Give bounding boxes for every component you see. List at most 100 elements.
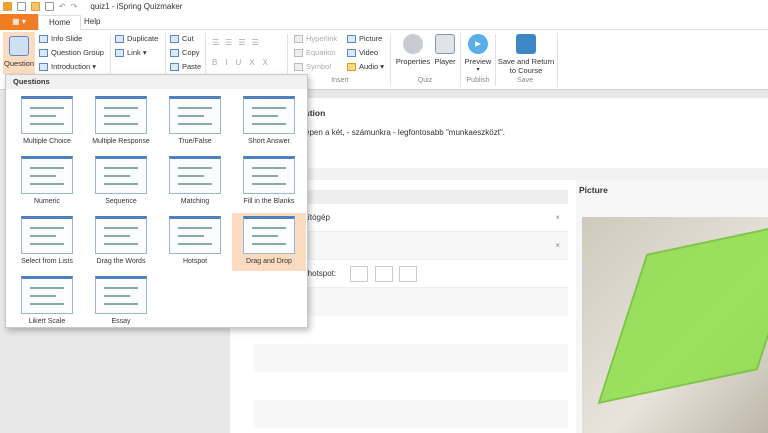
question-type-icon [169,156,221,194]
close-icon[interactable]: × [555,232,560,260]
ellipse-hotspot-button[interactable] [375,266,393,282]
paste-button[interactable]: Paste [170,62,201,71]
question-type-label: Numeric [33,198,61,205]
equation-icon [294,48,303,57]
save-return-button[interactable]: Save and Return to Course [497,34,555,75]
new-icon[interactable] [17,2,26,11]
video-button[interactable]: Video [347,48,378,57]
chevron-down-icon: ▾ [476,67,480,73]
question-type-label: Drag the Words [96,258,146,265]
label: Symbol [306,62,332,71]
picture-label: Picture [579,185,608,195]
save-return-icon [516,34,536,54]
save-icon[interactable] [45,2,54,11]
question-type-fill-in-the-blanks[interactable]: Fill in the Blanks [232,153,306,211]
question-type-icon [21,216,73,254]
duplicate-icon [115,34,124,43]
audio-button[interactable]: Audio ▾ [347,62,384,71]
question-type-grid: Multiple Choice Multiple Response True/Fal… [10,93,310,331]
question-text[interactable]: épen a két, - számunkra - legfontosabb "… [305,128,505,137]
question-type-short-answer[interactable]: Short Answer [232,93,306,151]
label: Duplicate [127,34,159,43]
question-type-label: Essay [111,318,131,325]
introduction-button[interactable]: Introduction ▾ [39,62,96,71]
question-type-select-from-lists[interactable]: Select from Lists [10,213,84,271]
polygon-hotspot-button[interactable] [399,266,417,282]
question-type-essay[interactable]: Essay [84,273,158,331]
question-type-icon [95,276,147,314]
copy-button[interactable]: Copy [170,48,200,57]
picture-panel: Picture [576,180,768,433]
rectangle-hotspot-button[interactable] [350,266,368,282]
question-type-drag-the-words[interactable]: Drag the Words [84,213,158,271]
group-label-quiz: Quiz [417,77,433,84]
question-label: Question [3,59,35,68]
question-type-label: True/False [178,138,212,145]
question-type-likert-scale[interactable]: Likert Scale [10,273,84,331]
label: Preview [464,57,492,66]
question-type-icon [169,216,221,254]
duplicate-button[interactable]: Duplicate [115,34,158,43]
question-type-icon [243,216,295,254]
question-type-label: Multiple Response [92,138,150,145]
label: Picture [359,34,383,43]
symbol-button[interactable]: Symbol [294,62,331,71]
info-slide-button[interactable]: Info Slide [39,34,82,43]
question-type-icon [21,276,73,314]
question-type-drag-and-drop[interactable]: Drag and Drop [232,213,306,271]
question-type-icon [169,96,221,134]
picture-button[interactable]: Picture [347,34,382,43]
question-type-icon [21,156,73,194]
question-type-matching[interactable]: Matching [158,153,232,211]
question-button[interactable]: Question [3,32,35,74]
picture-icon [347,34,356,43]
close-icon[interactable]: × [555,204,560,232]
undo-icon[interactable]: ↶ [59,2,66,11]
question-type-numeric[interactable]: Numeric [10,153,84,211]
video-icon [347,48,356,57]
question-type-icon [21,96,73,134]
question-type-hotspot[interactable]: Hotspot [158,213,232,271]
question-group-icon [39,48,48,57]
question-type-label: Drag and Drop [246,258,292,265]
picture-canvas[interactable] [582,217,768,433]
gear-icon [403,34,423,54]
question-type-sequence[interactable]: Sequence [84,153,158,211]
redo-icon[interactable]: ↷ [71,2,78,11]
label: Link ▾ [127,48,147,57]
hyperlink-button[interactable]: Hyperlink [294,34,337,43]
link-button[interactable]: Link ▾ [115,48,147,57]
group-label-save: Save [517,77,533,84]
label: Equation [306,48,336,57]
question-group-button[interactable]: Question Group [39,48,104,57]
equation-button[interactable]: Equation [294,48,336,57]
window-title: quiz1 - iSpring Quizmaker [90,2,183,11]
label: Cut [182,34,194,43]
cut-button[interactable]: Cut [170,34,194,43]
tab-help[interactable]: Help [74,15,110,30]
label: Info Slide [51,34,83,43]
introduction-icon [39,62,48,71]
group-label-publish: Publish [466,77,490,84]
copy-icon [170,48,179,57]
text-format-icons: BIUXX [212,58,277,67]
question-type-label: Short Answer [248,138,290,145]
label: Save and Return to Course [497,57,555,75]
properties-button[interactable]: Properties [394,34,432,66]
divider [557,34,558,86]
question-type-multiple-choice[interactable]: Multiple Choice [10,93,84,151]
preview-button[interactable]: ▶ Preview ▾ [463,34,493,75]
question-type-multiple-response[interactable]: Multiple Response [84,93,158,151]
hotspot-laptop[interactable] [597,219,768,405]
file-tab[interactable]: ▦ ▾ [0,14,38,30]
divider [495,34,496,86]
app-icon [3,2,12,11]
question-icon [9,36,29,56]
player-button[interactable]: Player [432,34,458,66]
question-type-true-false[interactable]: True/False [158,93,232,151]
question-type-icon [95,96,147,134]
player-icon [435,34,455,54]
open-icon[interactable] [31,2,40,11]
question-type-icon [243,156,295,194]
play-icon: ▶ [468,34,488,54]
